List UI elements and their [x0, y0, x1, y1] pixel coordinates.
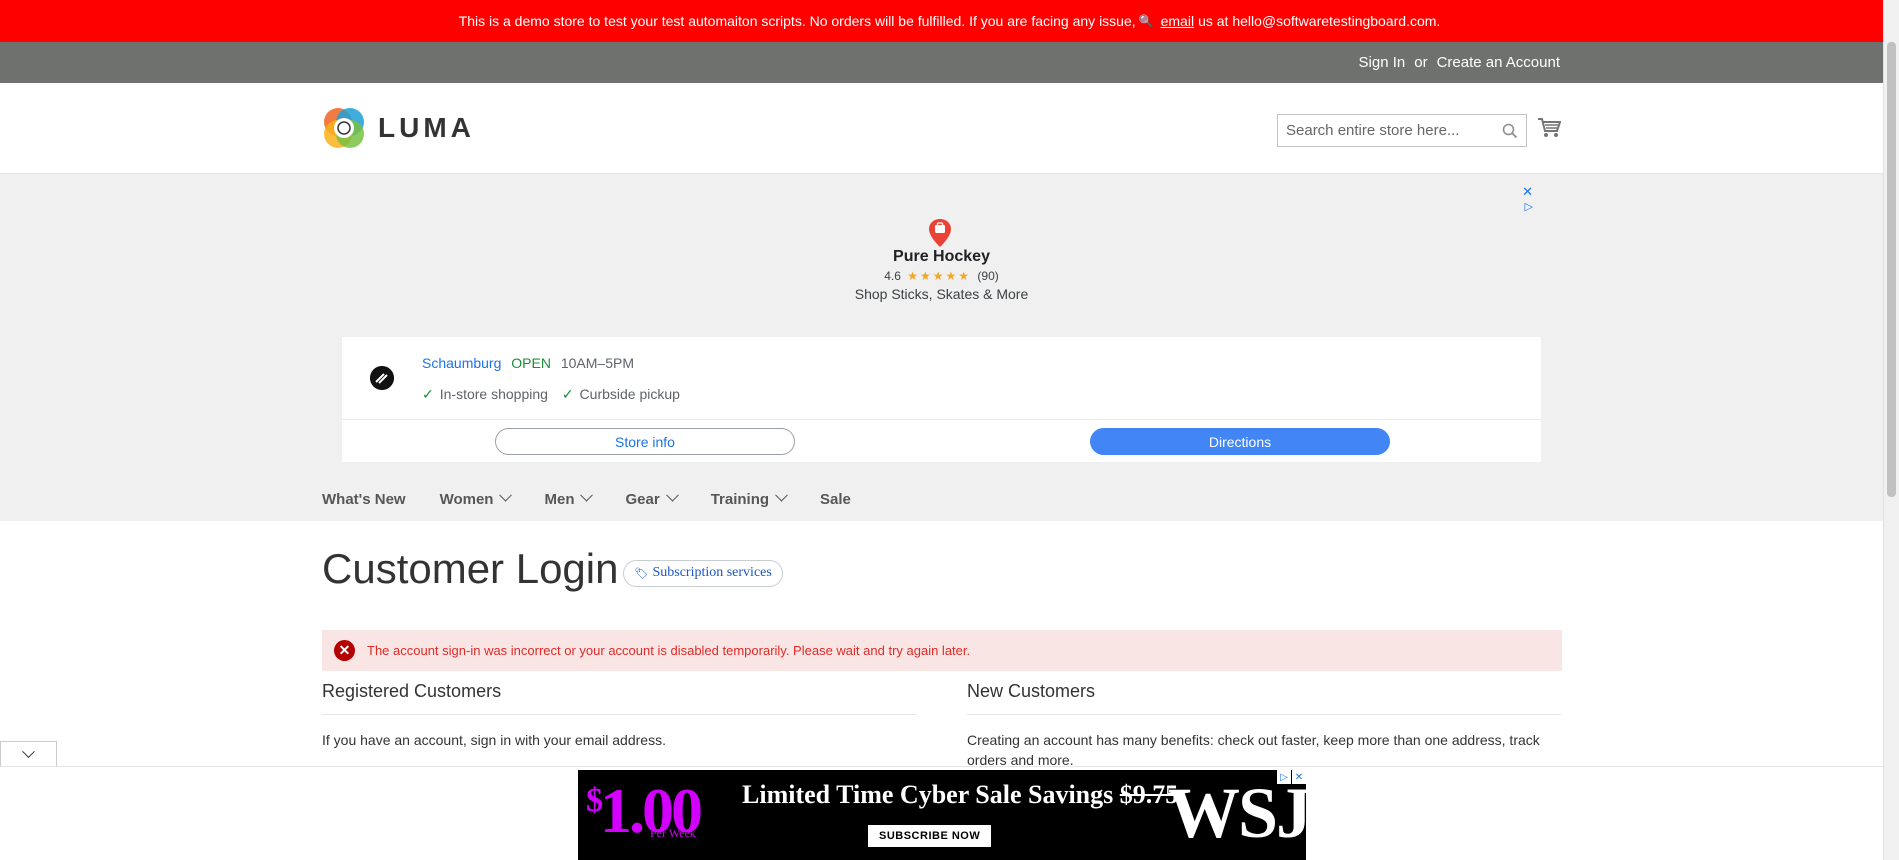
new-customers-block: New Customers Creating an account has ma… — [967, 681, 1561, 770]
store-info-button[interactable]: Store info — [495, 428, 795, 455]
panel-header: Sign In or Create an Account — [0, 42, 1899, 83]
new-customers-title: New Customers — [967, 681, 1561, 715]
wsj-banner-ad[interactable]: $1.00 Per Week Limited Time Cyber Sale S… — [578, 770, 1306, 860]
cart-icon[interactable] — [1537, 117, 1561, 139]
logo-text: LUMA — [378, 112, 475, 143]
rating-count: (90) — [977, 269, 999, 283]
subscription-label: Subscription services — [652, 565, 772, 580]
registered-customers-title: Registered Customers — [322, 681, 916, 715]
wsj-dollar: $ — [586, 782, 603, 819]
demo-notice-text: This is a demo store to test your test a… — [458, 13, 1136, 29]
search-icon[interactable] — [1502, 123, 1518, 139]
subscription-services-button[interactable]: 🏷 Subscription services — [623, 559, 783, 587]
nav-item-men[interactable]: Men — [544, 488, 594, 508]
page-title: Customer Login — [322, 545, 619, 592]
main-navigation: What's New Women Men Gear Training Sale — [322, 488, 885, 508]
nav-item-gear[interactable]: Gear — [625, 488, 679, 508]
new-customers-text: Creating an account has many benefits: c… — [967, 732, 1540, 768]
wsj-per-week: Per Week — [650, 826, 696, 840]
luma-logo-icon — [324, 108, 364, 148]
nav-item-label: What's New — [322, 491, 406, 508]
check-icon: ✓ — [561, 386, 574, 402]
store-details: Schaumburg OPEN 10AM–5PM ✓ In-store shopp… — [342, 337, 1541, 462]
nav-item-label: Training — [710, 491, 770, 508]
registered-customers-text: If you have an account, sign in with you… — [322, 732, 666, 748]
nav-item-label: Sale — [820, 491, 851, 508]
wsj-logo: WSJ — [1168, 773, 1306, 853]
luma-logo[interactable]: LUMA — [322, 106, 475, 150]
error-icon: ✕ — [334, 640, 355, 661]
adchoices-icon[interactable]: ▷ — [1525, 200, 1533, 213]
rating-row: 4.6 ★★★★★ (90) — [342, 269, 1541, 283]
business-name: Pure Hockey — [893, 248, 990, 265]
demo-notice-email: us at hello@softwaretestingboard.com. — [1198, 13, 1441, 29]
star-rating-icon: ★★★★★ — [907, 269, 972, 283]
scrollbar[interactable] — [1883, 0, 1899, 860]
registered-customers-block: Registered Customers If you have an acco… — [322, 681, 916, 750]
title-row: Customer Login 🏷 Subscription services — [322, 545, 783, 593]
check-icon: ✓ — [422, 386, 434, 402]
email-link[interactable]: email — [1161, 13, 1194, 29]
nav-item-label: Gear — [625, 491, 660, 508]
nav-item-what-s-new[interactable]: What's New — [322, 491, 406, 508]
search-box[interactable] — [1277, 114, 1527, 147]
directions-button[interactable]: Directions — [1090, 428, 1390, 455]
ad-region: ✕ ▷ Pure Hockey 4.6 ★★★★★ (90) Shop Stic… — [0, 174, 1883, 521]
error-text: The account sign-in was incorrect or you… — [367, 643, 971, 658]
wsj-headline-text: Limited Time Cyber Sale Savings — [742, 780, 1114, 809]
divider — [342, 419, 1541, 420]
ad-tagline: Shop Sticks, Skates & More — [854, 286, 1029, 302]
search-input[interactable] — [1286, 122, 1502, 139]
rating-value: 4.6 — [884, 269, 901, 283]
map-pin-icon — [929, 219, 951, 247]
store-open-status: OPEN — [511, 355, 551, 371]
feature-instore: In-store shopping — [439, 386, 548, 402]
store-features: ✓ In-store shopping ✓ Curbside pickup — [422, 386, 680, 403]
nav-item-training[interactable]: Training — [710, 488, 788, 508]
store-city[interactable]: Schaumburg — [422, 355, 501, 371]
chevron-down-icon — [499, 488, 513, 502]
or-separator: or — [1414, 54, 1428, 71]
close-icon[interactable]: ✕ — [1292, 770, 1306, 784]
adchoices-icon[interactable]: ▷ — [1277, 770, 1291, 784]
demo-notice-bar: This is a demo store to test your test a… — [0, 0, 1899, 42]
collapse-ad-tab[interactable] — [0, 741, 57, 766]
chevron-down-icon — [22, 744, 35, 758]
chevron-down-icon — [580, 488, 594, 502]
chevron-down-icon — [775, 488, 788, 502]
nav-item-women[interactable]: Women — [439, 488, 513, 508]
nav-item-label: Men — [544, 491, 575, 508]
store-status-line: Schaumburg OPEN 10AM–5PM — [422, 355, 634, 371]
error-message: ✕ The account sign-in was incorrect or y… — [322, 630, 1562, 671]
subscribe-now-button[interactable]: SUBSCRIBE NOW — [868, 825, 992, 847]
close-icon[interactable]: ✕ — [1522, 184, 1533, 200]
sign-in-link[interactable]: Sign In — [1359, 54, 1406, 71]
store-hours: 10AM–5PM — [560, 355, 635, 371]
search-icon: 🔍 — [1138, 14, 1154, 28]
scrollbar-thumb[interactable] — [1887, 42, 1896, 497]
tag-icon: 🏷 — [634, 567, 649, 580]
chevron-down-icon — [665, 488, 679, 502]
store-logo-icon — [370, 366, 394, 390]
wsj-headline: Limited Time Cyber Sale Savings $9.75 — [742, 780, 1178, 810]
feature-curbside: Curbside pickup — [579, 386, 680, 402]
nav-item-label: Women — [439, 491, 494, 508]
create-account-link[interactable]: Create an Account — [1437, 54, 1560, 71]
nav-item-sale[interactable]: Sale — [820, 491, 851, 508]
ad-controls: ▷ ✕ — [1277, 770, 1306, 784]
site-header: LUMA — [0, 83, 1899, 174]
store-ad[interactable]: ✕ ▷ Pure Hockey 4.6 ★★★★★ (90) Shop Stic… — [342, 174, 1541, 462]
